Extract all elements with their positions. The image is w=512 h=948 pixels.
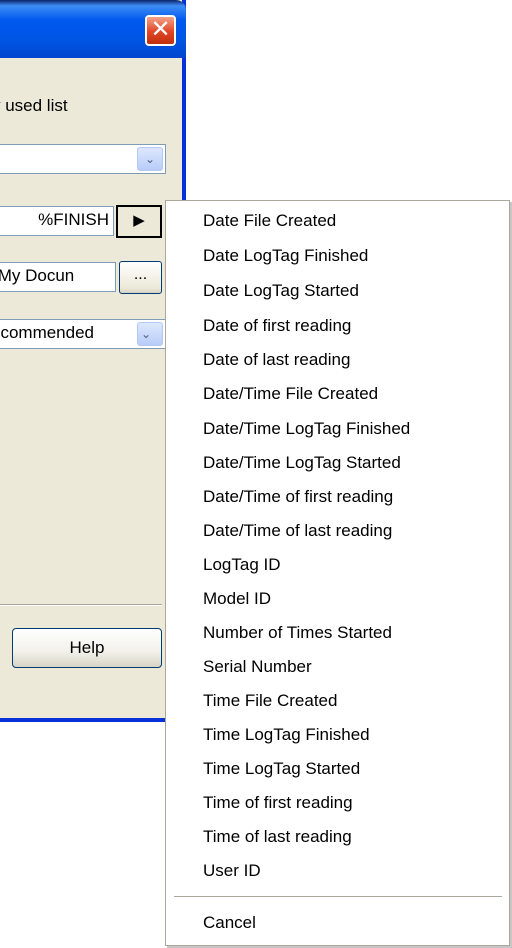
close-button[interactable]: ✕ bbox=[145, 15, 176, 46]
menu-item[interactable]: Time of first reading bbox=[203, 786, 353, 820]
chevron-down-icon: ⌄ bbox=[140, 327, 152, 341]
menu-item[interactable]: Time File Created bbox=[203, 684, 337, 718]
menu-item[interactable]: Date of first reading bbox=[203, 309, 351, 343]
recent-list-dropdown-button[interactable]: ⌄ bbox=[137, 147, 163, 171]
menu-item[interactable]: Date/Time File Created bbox=[203, 377, 378, 411]
menu-item[interactable]: Date/Time of first reading bbox=[203, 480, 393, 514]
menu-item[interactable]: Time of last reading bbox=[203, 820, 352, 854]
menu-item[interactable]: Date LogTag Started bbox=[203, 274, 359, 308]
menu-item[interactable]: Time LogTag Started bbox=[203, 752, 360, 786]
folder-path-field[interactable]: \My Docun bbox=[0, 262, 116, 292]
menu-item[interactable]: Date/Time LogTag Started bbox=[203, 446, 401, 480]
arrow-right-icon: ▶ bbox=[133, 212, 145, 229]
menu-item[interactable]: Model ID bbox=[203, 582, 271, 616]
menu-item[interactable]: Number of Times Started bbox=[203, 616, 392, 650]
filename-format-field[interactable]: %FINISH bbox=[0, 206, 114, 236]
chevron-down-icon: ⌄ bbox=[144, 152, 156, 166]
menu-item[interactable]: User ID bbox=[203, 854, 261, 888]
menu-item[interactable]: LogTag ID bbox=[203, 548, 281, 582]
menu-item[interactable]: Date/Time of last reading bbox=[203, 514, 392, 548]
option-combo-value: ecommended bbox=[0, 323, 95, 342]
browse-button[interactable]: ... bbox=[119, 261, 162, 294]
menu-item[interactable]: Time LogTag Finished bbox=[203, 718, 370, 752]
menu-item[interactable]: Serial Number bbox=[203, 650, 312, 684]
dialog-window: ✕ y used list ⌄ %FINISH ▶ \My Docun ... … bbox=[0, 0, 186, 722]
option-dropdown-button[interactable]: ⌄ bbox=[137, 322, 163, 346]
menu-item[interactable]: Date File Created bbox=[203, 204, 336, 238]
help-button[interactable]: Help bbox=[12, 628, 162, 668]
menu-item-cancel[interactable]: Cancel bbox=[203, 906, 256, 940]
recent-list-combo[interactable]: ⌄ bbox=[0, 144, 166, 174]
insert-field-menu-button[interactable]: ▶ bbox=[116, 205, 162, 238]
dialog-separator bbox=[0, 604, 162, 606]
field-insert-menu: Date File Created Date LogTag Finished D… bbox=[165, 200, 510, 946]
close-icon: ✕ bbox=[150, 16, 171, 43]
menu-item[interactable]: Date LogTag Finished bbox=[203, 239, 368, 273]
menu-item[interactable]: Date of last reading bbox=[203, 343, 350, 377]
menu-separator bbox=[174, 896, 502, 897]
recently-used-list-label: y used list bbox=[0, 96, 68, 115]
option-combo[interactable]: ecommended ⌄ bbox=[0, 319, 166, 349]
title-bar[interactable]: ✕ bbox=[0, 0, 186, 58]
menu-item[interactable]: Date/Time LogTag Finished bbox=[203, 412, 410, 446]
